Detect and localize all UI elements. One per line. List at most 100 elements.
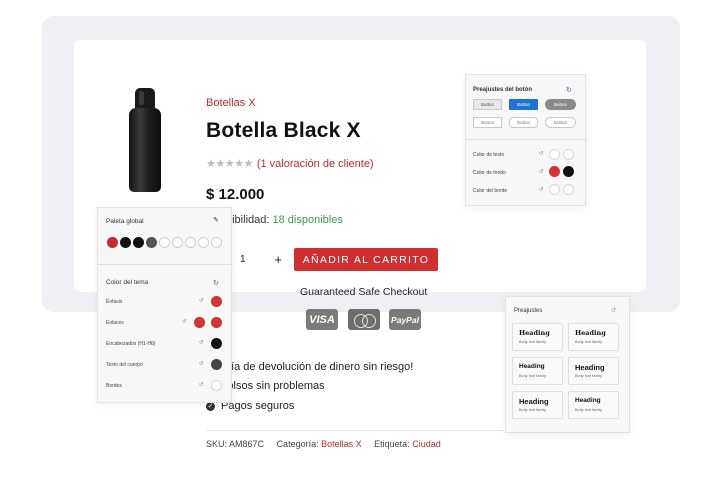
category-link[interactable]: Botellas X	[321, 439, 362, 449]
quantity-plus-button[interactable]: +	[274, 252, 282, 267]
color-swatch-black[interactable]	[211, 338, 222, 349]
color-swatch-red[interactable]	[211, 317, 222, 328]
color-swatch[interactable]	[563, 184, 574, 195]
undo-icon[interactable]: ↺	[539, 187, 544, 193]
undo-icon[interactable]: ↺	[611, 307, 616, 314]
sku-value: AM867C	[229, 439, 265, 449]
preset-heading: Heading	[519, 363, 545, 370]
bottle-body	[129, 108, 161, 192]
undo-icon[interactable]: ↺	[199, 361, 204, 367]
button-presets-title: Preajustes del botón	[473, 87, 533, 93]
typography-presets-panel: Preajustes ↺ Heading Body font family He…	[505, 296, 630, 433]
preset-button[interactable]: Button	[509, 99, 538, 110]
global-palette-panel: Paleta global ✎ Color del tema ↻ Énfasis…	[97, 207, 233, 403]
product-image[interactable]	[127, 88, 163, 192]
undo-icon[interactable]: ↺	[199, 382, 204, 388]
color-swatch-red[interactable]	[211, 296, 222, 307]
emphasis-label: Énfasis	[106, 299, 123, 305]
edit-pencil-icon[interactable]: ✎	[213, 216, 219, 224]
palette-swatch[interactable]	[172, 237, 183, 248]
typography-preset-card[interactable]: Heading Body font family	[568, 357, 619, 385]
color-swatch[interactable]	[549, 149, 560, 160]
undo-icon[interactable]: ↺	[539, 151, 544, 157]
reset-icon[interactable]: ↻	[213, 279, 219, 287]
product-rating: ★★★★★ (1 valoración de cliente)	[206, 157, 374, 171]
guarantee-text: arantía de devolución de dinero sin ries…	[206, 361, 414, 373]
quantity-value[interactable]: 1	[240, 254, 246, 265]
visa-logo: VISA	[306, 309, 338, 330]
reset-icon[interactable]: ↻	[566, 86, 572, 94]
quantity-stepper[interactable]: 1 +	[226, 248, 282, 270]
color-swatch-gray[interactable]	[211, 359, 222, 370]
undo-icon[interactable]: ↺	[199, 340, 204, 346]
typography-preset-card[interactable]: Heading Body font family	[512, 323, 563, 351]
divider	[206, 430, 504, 431]
mastercard-logo	[348, 309, 380, 330]
preset-heading: Heading	[575, 397, 601, 404]
preset-body: Body font family	[575, 408, 603, 412]
guarantee-item: arantía de devolución de dinero sin ries…	[206, 361, 413, 373]
preset-body: Body font family	[519, 340, 547, 344]
paypal-logo: PayPal	[389, 309, 421, 330]
theme-color-title: Color del tema	[106, 279, 149, 286]
page: Botellas X Botella Black X ★★★★★ (1 valo…	[0, 0, 720, 480]
preset-heading: Heading	[519, 397, 549, 406]
text-color-label: Color de texto	[473, 152, 505, 158]
preset-button[interactable]: Button	[545, 99, 576, 110]
undo-icon[interactable]: ↺	[182, 319, 187, 325]
preset-heading: Heading	[519, 329, 550, 337]
preset-heading: Heading	[575, 363, 605, 372]
color-swatch[interactable]	[549, 184, 560, 195]
palette-swatch[interactable]	[107, 237, 118, 248]
color-swatch-red[interactable]	[549, 166, 560, 177]
palette-swatch[interactable]	[198, 237, 209, 248]
preset-button[interactable]: Button	[473, 99, 502, 110]
breadcrumb-category[interactable]: Botellas X	[206, 97, 256, 109]
typography-preset-card[interactable]: Heading Body font family	[568, 323, 619, 351]
preset-body: Body font family	[519, 374, 547, 378]
sku-label: SKU:	[206, 439, 228, 449]
preset-body: Body font family	[575, 374, 603, 378]
product-price: $ 12.000	[206, 186, 265, 203]
review-count-link[interactable]: (1 valoración de cliente)	[257, 158, 374, 170]
palette-swatch[interactable]	[185, 237, 196, 248]
divider	[98, 264, 233, 265]
mastercard-icon	[354, 313, 376, 328]
product-meta: SKU: AM867C Categoría: Botellas X Etique…	[206, 439, 441, 449]
add-to-cart-button[interactable]: AÑADIR AL CARRITO	[294, 248, 438, 271]
tag-label: Etiqueta:	[374, 439, 410, 449]
color-swatch[interactable]	[563, 149, 574, 160]
preset-heading: Heading	[575, 329, 606, 337]
palette-swatch[interactable]	[133, 237, 144, 248]
preset-button[interactable]: Button	[545, 117, 576, 128]
borders-label: Bordes	[106, 383, 122, 389]
border-color-label: Color del borde	[473, 188, 508, 194]
rating-stars-icon: ★★★★★	[206, 158, 253, 170]
typography-presets-title: Preajustes	[514, 308, 543, 314]
links-label: Enlaces	[106, 320, 124, 326]
color-swatch-red[interactable]	[194, 317, 205, 328]
color-swatch[interactable]	[211, 380, 222, 391]
typography-preset-card[interactable]: Heading Body font family	[568, 391, 619, 419]
typography-preset-card[interactable]: Heading Body font family	[512, 391, 563, 419]
palette-swatch[interactable]	[120, 237, 131, 248]
headings-label: Encabezados (H1-H6)	[106, 341, 156, 347]
tag-link[interactable]: Ciudad	[412, 439, 441, 449]
palette-swatch[interactable]	[146, 237, 157, 248]
divider	[466, 139, 587, 140]
palette-swatch[interactable]	[159, 237, 170, 248]
color-swatch-black[interactable]	[563, 166, 574, 177]
body-text-label: Texto del cuerpo	[106, 362, 143, 368]
typography-preset-card[interactable]: Heading Body font family	[512, 357, 563, 385]
preset-body: Body font family	[519, 408, 547, 412]
guarantee-text: Pagos seguros	[221, 400, 295, 412]
global-palette-title: Paleta global	[106, 218, 144, 225]
checkout-title: Guaranteed Safe Checkout	[300, 286, 428, 298]
product-title: Botella Black X	[206, 119, 361, 142]
undo-icon[interactable]: ↺	[539, 169, 544, 175]
category-label: Categoría:	[276, 439, 319, 449]
undo-icon[interactable]: ↺	[199, 298, 204, 304]
palette-swatch[interactable]	[211, 237, 222, 248]
preset-button[interactable]: Button	[473, 117, 502, 128]
preset-button[interactable]: Button	[509, 117, 538, 128]
